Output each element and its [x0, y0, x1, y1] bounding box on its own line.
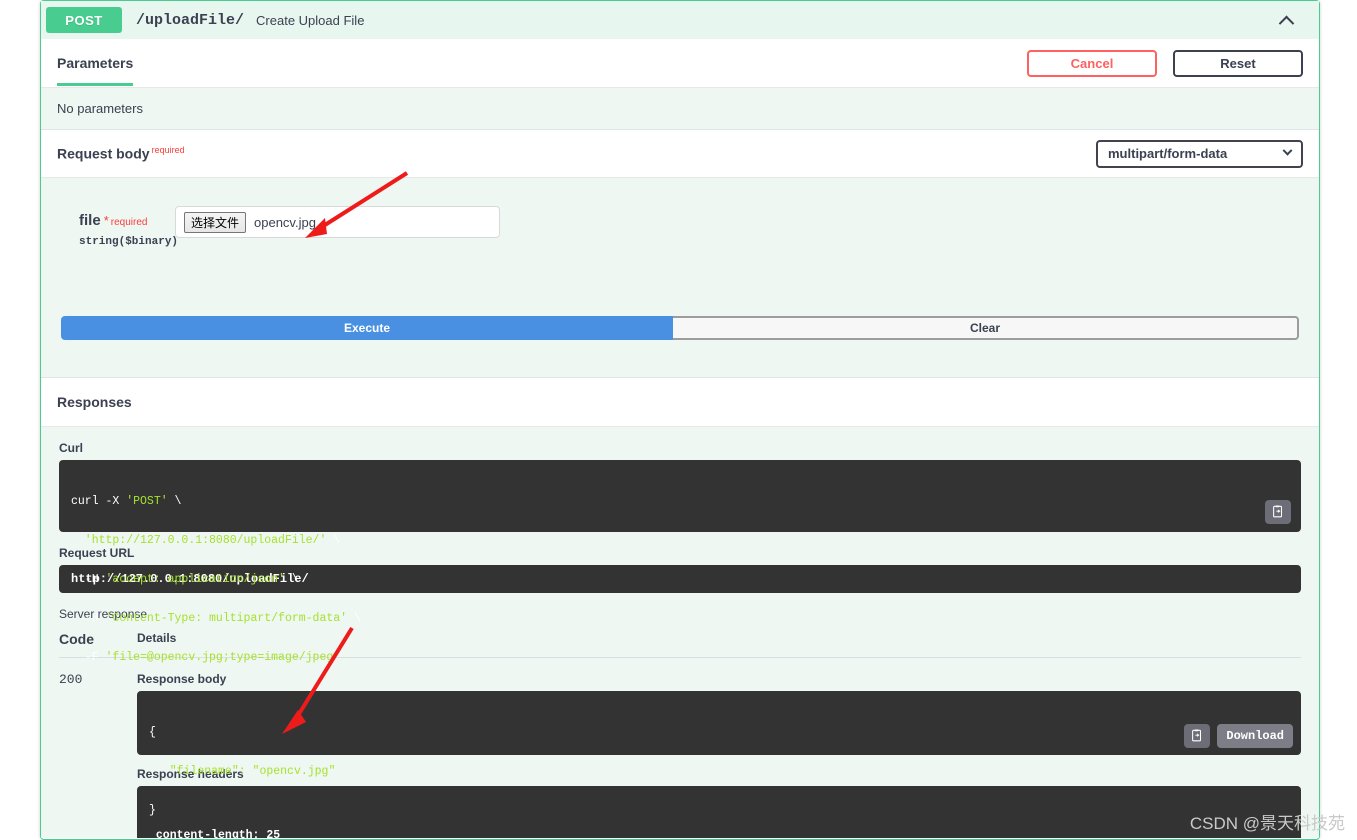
operation-block: POST /uploadFile/ Create Upload File Par…: [40, 0, 1320, 840]
request-body-label: Request body: [57, 145, 150, 162]
copy-response-button[interactable]: [1184, 724, 1211, 748]
parameters-action-buttons: Cancel Reset: [1027, 49, 1303, 77]
http-method-badge: POST: [46, 7, 122, 33]
chevron-up-icon: [1278, 15, 1294, 31]
collapse-operation-button[interactable]: [1275, 9, 1297, 31]
response-body-actions: Download: [1184, 724, 1293, 748]
curl-line-1: 'http://127.0.0.1:8080/uploadFile/' \: [71, 534, 341, 547]
cancel-button[interactable]: Cancel: [1027, 49, 1157, 77]
reset-button[interactable]: Reset: [1173, 49, 1303, 77]
file-parameter-name-line: file * required: [79, 212, 169, 230]
responses-header: Responses: [41, 378, 1319, 427]
clear-button[interactable]: Clear: [673, 316, 1299, 340]
tab-parameters[interactable]: Parameters: [57, 41, 134, 86]
execute-clear-row: Execute Clear: [61, 316, 1299, 340]
operation-summary-text: Create Upload File: [256, 12, 365, 28]
response-body-key: "filename":: [169, 765, 246, 778]
request-body-title: Request body required: [57, 145, 185, 162]
parameters-header: Parameters Cancel Reset: [41, 39, 1319, 88]
response-body-line-1: "filename": "opencv.jpg": [149, 765, 1289, 778]
copy-icon: [1192, 729, 1202, 742]
media-type-value: multipart/form-data: [1108, 146, 1228, 161]
curl-code-block: curl -X 'POST' \ 'http://127.0.0.1:8080/…: [59, 460, 1301, 664]
request-body-header: Request body required multipart/form-data: [41, 130, 1319, 178]
response-body-value: "opencv.jpg": [252, 765, 336, 778]
responses-area: Curl curl -X 'POST' \ 'http://127.0.0.1:…: [41, 427, 1319, 838]
operation-path: /uploadFile/: [136, 11, 245, 29]
download-button[interactable]: Download: [1217, 724, 1293, 748]
no-parameters-message: No parameters: [41, 88, 1319, 130]
request-body-required-badge: required: [151, 145, 185, 156]
file-parameter-name: file: [79, 212, 101, 229]
curl-line-3: -H 'Content-Type: multipart/form-data' \: [71, 612, 361, 625]
file-parameter-type: string($binary): [79, 236, 179, 248]
file-input[interactable]: 选择文件 opencv.jpg: [175, 206, 500, 238]
file-parameter-row: file * required string($binary) 选择文件 openc…: [61, 206, 1299, 248]
response-body-block: { "filename": "opencv.jpg" } Download: [137, 691, 1301, 817]
watermark: CSDN @景天科技苑: [1189, 814, 1345, 833]
responses-title: Responses: [57, 394, 132, 410]
response-body-line-2: }: [149, 804, 156, 817]
copy-curl-button[interactable]: [1265, 500, 1291, 524]
curl-label: Curl: [59, 441, 83, 455]
file-required-label: required: [110, 217, 148, 228]
response-details-cell: Response body { "filename": "opencv.jpg"…: [137, 672, 1301, 838]
swagger-ui-page: POST /uploadFile/ Create Upload File Par…: [0, 0, 1357, 840]
choose-file-button[interactable]: 选择文件: [184, 211, 247, 233]
request-body-area: file * required string($binary) 选择文件 openc…: [41, 178, 1319, 378]
copy-icon: [1273, 505, 1283, 518]
chosen-file-name: opencv.jpg: [254, 214, 316, 230]
response-body-line-0: {: [149, 726, 156, 739]
file-parameter-label: file * required string($binary): [61, 206, 179, 248]
operation-summary-bar[interactable]: POST /uploadFile/ Create Upload File: [41, 1, 1319, 39]
required-asterisk: *: [103, 213, 109, 228]
execute-button[interactable]: Execute: [61, 316, 673, 340]
media-type-select[interactable]: multipart/form-data: [1096, 139, 1303, 168]
chevron-down-icon: [1282, 145, 1293, 156]
curl-line-2: -H 'accept: application/json' \: [71, 573, 299, 586]
curl-line-0: curl -X 'POST' \: [71, 495, 182, 508]
curl-line-4: -F 'file=@opencv.jpg;type=image/jpeg': [71, 651, 341, 664]
